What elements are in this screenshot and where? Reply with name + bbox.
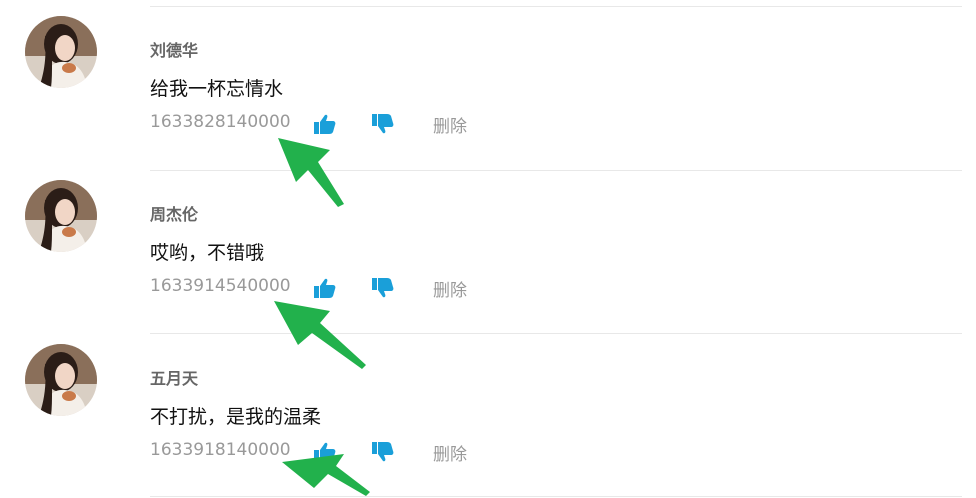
dislike-button[interactable] (372, 278, 396, 300)
comment-meta: 1633918140000 删除 (150, 440, 550, 465)
delete-button[interactable]: 删除 (433, 440, 467, 465)
comment-item: 五月天 不打扰，是我的温柔 1633918140000 删除 (0, 328, 976, 491)
comment-author: 刘德华 (150, 41, 199, 60)
like-button[interactable] (314, 114, 338, 136)
comment-meta: 1633828140000 删除 (150, 112, 550, 137)
thumbs-up-icon (314, 114, 336, 134)
comment-timestamp: 1633918140000 (150, 440, 291, 460)
comment-item: 周杰伦 哎哟，不错哦 1633914540000 删除 (0, 164, 976, 327)
like-button[interactable] (314, 278, 338, 300)
avatar (25, 344, 97, 416)
comment-timestamp: 1633914540000 (150, 276, 291, 296)
thumbs-down-icon (372, 114, 394, 134)
thumbs-down-icon (372, 278, 394, 298)
like-button[interactable] (314, 442, 338, 464)
delete-button[interactable]: 删除 (433, 112, 467, 137)
comment-content: 哎哟，不错哦 (150, 242, 265, 264)
comment-author: 周杰伦 (150, 205, 199, 224)
avatar (25, 16, 97, 88)
thumbs-up-icon (314, 442, 336, 462)
comment-content: 不打扰，是我的温柔 (150, 406, 322, 428)
comment-meta: 1633914540000 删除 (150, 276, 550, 301)
thumbs-down-icon (372, 442, 394, 462)
avatar (25, 180, 97, 252)
dislike-button[interactable] (372, 442, 396, 464)
dislike-button[interactable] (372, 114, 396, 136)
comment-content: 给我一杯忘情水 (150, 78, 284, 100)
comment-list: 刘德华 给我一杯忘情水 1633828140000 删除 周杰伦 哎哟，不错哦 … (0, 0, 976, 498)
delete-button[interactable]: 删除 (433, 276, 467, 301)
divider (150, 496, 962, 497)
comment-author: 五月天 (150, 369, 199, 388)
thumbs-up-icon (314, 278, 336, 298)
comment-timestamp: 1633828140000 (150, 112, 291, 132)
comment-item: 刘德华 给我一杯忘情水 1633828140000 删除 (0, 0, 976, 163)
